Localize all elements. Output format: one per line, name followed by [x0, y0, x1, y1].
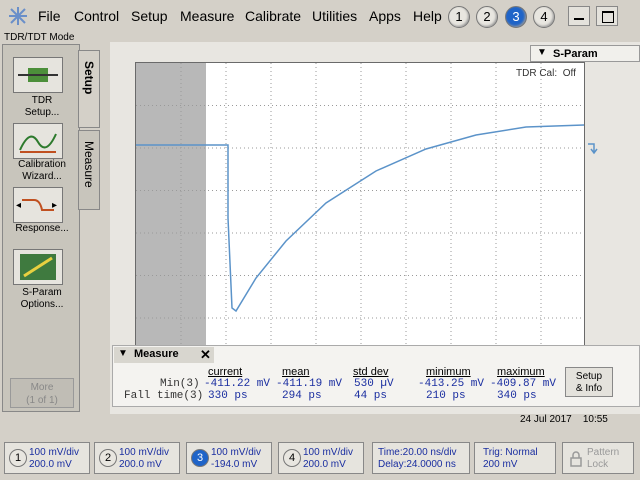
channel-4-badge: 4	[283, 449, 301, 467]
trigger-control[interactable]: Trig: Normal 200 mV	[474, 442, 556, 474]
menu-setup[interactable]: Setup	[131, 8, 168, 24]
close-icon[interactable]: ✕	[200, 347, 211, 363]
response-icon: ◂ ▸	[16, 199, 57, 211]
svg-text:▸: ▸	[52, 200, 57, 211]
channel-4-scale[interactable]: 4 100 mV/div 200.0 mV	[278, 442, 364, 474]
menu-control[interactable]: Control	[74, 8, 119, 24]
header-maximum: maximum	[497, 366, 545, 378]
menu-utilities[interactable]: Utilities	[312, 8, 357, 24]
row-label-min[interactable]: Min(3)	[160, 378, 200, 390]
header-minimum: minimum	[426, 366, 471, 378]
tdr-setup-icon	[18, 68, 58, 82]
fall-current: 330 ps	[208, 390, 248, 402]
sparkle-icon	[9, 7, 27, 25]
fall-maximum: 340 ps	[497, 390, 537, 402]
mode-text: TDR/TDT Mode	[4, 32, 75, 43]
sparam-options-button[interactable]	[13, 249, 63, 285]
header-current: current	[208, 366, 243, 378]
channel-1-badge: 1	[9, 449, 27, 467]
sparam-options-icon	[20, 254, 56, 280]
left-panel: TDR Setup... Calibration Wizard... ◂ ▸ Re…	[2, 44, 80, 412]
channel-2-button[interactable]: 2	[476, 6, 498, 28]
more-button[interactable]: More (1 of 1)	[10, 378, 74, 408]
min-std-dev: 530 µV	[354, 378, 394, 390]
calibration-wizard-label: Calibration Wizard...	[18, 159, 66, 182]
min-mean: -411.19 mV	[276, 378, 343, 390]
time-text: 10:55	[582, 414, 608, 425]
timebase-control[interactable]: Time:20.00 ns/div Delay:24.0000 ns	[372, 442, 470, 474]
minimize-icon	[574, 18, 584, 20]
tdr-setup-button[interactable]	[13, 57, 63, 93]
tab-measure[interactable]: Measure	[78, 130, 100, 210]
channel-1-button[interactable]: 1	[448, 6, 470, 28]
menu-apps[interactable]: Apps	[369, 8, 401, 24]
setup-info-button[interactable]: Setup & Info	[565, 367, 613, 397]
menu-file[interactable]: File	[38, 8, 61, 24]
min-current: -411.22 mV	[204, 378, 271, 390]
channel-1-scale[interactable]: 1 100 mV/div 200.0 mV	[4, 442, 90, 474]
svg-text:◂: ◂	[16, 200, 21, 211]
channel-3-badge: 3	[191, 449, 209, 467]
channel-2-badge: 2	[99, 449, 117, 467]
tdr-setup-label: TDR Setup...	[24, 95, 60, 118]
header-std-dev: std dev	[353, 366, 389, 378]
menu-help[interactable]: Help	[413, 8, 442, 24]
fall-mean: 294 ps	[282, 390, 322, 402]
tdr-cal-status: TDR Cal: Off	[516, 68, 576, 79]
sparam-tab-label: S-Param	[553, 48, 598, 60]
calibration-wizard-button[interactable]	[13, 123, 63, 159]
menu-calibrate[interactable]: Calibrate	[245, 8, 301, 24]
sparam-options-label: S-Param Options...	[20, 287, 64, 310]
triangle-down-icon: ▼	[118, 348, 128, 359]
lock-icon	[570, 451, 582, 467]
menu-bar: File Control Setup Measure Calibrate Uti…	[0, 0, 640, 32]
sparam-tab[interactable]: ▼ S-Param	[530, 45, 640, 62]
channel-4-button[interactable]: 4	[533, 6, 555, 28]
min-minimum: -413.25 mV	[418, 378, 485, 390]
channel-3-scale[interactable]: 3 100 mV/div -194.0 mV	[186, 442, 272, 474]
menu-measure[interactable]: Measure	[180, 8, 234, 24]
triangle-down-icon: ▼	[537, 47, 547, 58]
measure-title: Measure	[134, 348, 179, 360]
maximize-button[interactable]	[596, 6, 618, 26]
minimize-button[interactable]	[568, 6, 590, 26]
header-mean: mean	[282, 366, 310, 378]
fall-minimum: 210 ps	[426, 390, 466, 402]
response-button[interactable]: ◂ ▸	[13, 187, 63, 223]
channel-3-button[interactable]: 3	[505, 6, 527, 28]
row-label-fall-time[interactable]: Fall time(3)	[124, 390, 203, 402]
channel-2-scale[interactable]: 2 100 mV/div 200.0 mV	[94, 442, 180, 474]
measure-tab[interactable]: ▼ Measure ✕	[114, 347, 214, 363]
date-text: 24 Jul 2017	[520, 414, 572, 425]
maximize-icon	[602, 11, 614, 23]
fall-std-dev: 44 ps	[354, 390, 388, 402]
calibration-wizard-icon	[19, 133, 57, 153]
mode-label: TDR/TDT Mode	[0, 32, 108, 44]
min-maximum: -409.87 mV	[490, 378, 557, 390]
tab-setup[interactable]: Setup	[78, 50, 100, 128]
pattern-lock-button[interactable]: Pattern Lock	[562, 442, 634, 474]
channel-marker-icon	[588, 143, 598, 155]
date-time: 24 Jul 2017 10:55	[520, 414, 608, 425]
response-label: Response...	[15, 223, 69, 234]
